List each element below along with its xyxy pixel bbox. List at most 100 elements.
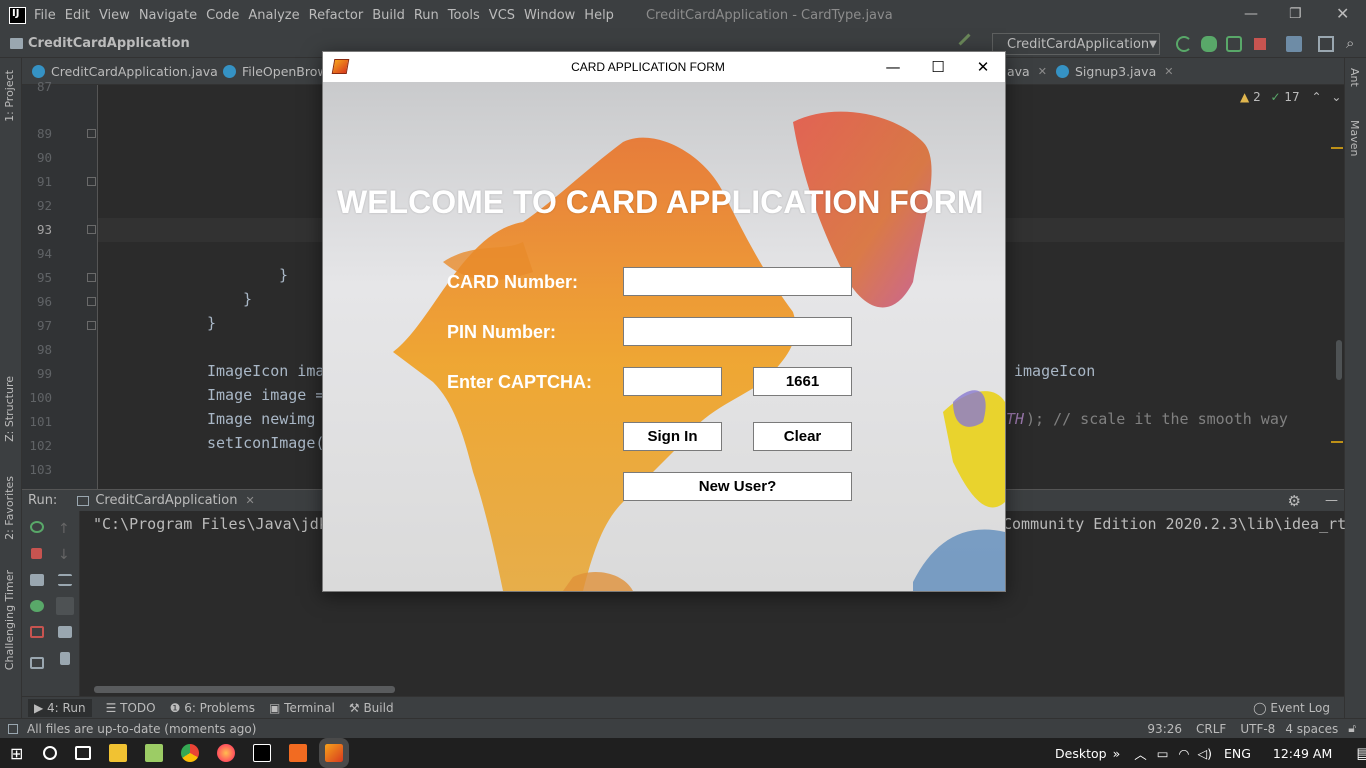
- tab-project[interactable]: 1: Project: [3, 70, 16, 122]
- project-structure-icon[interactable]: [1286, 36, 1302, 52]
- close-tab-icon[interactable]: ✕: [245, 494, 254, 507]
- rerun-icon[interactable]: [30, 521, 44, 533]
- close-tab-icon[interactable]: ✕: [1038, 65, 1047, 78]
- tab-run[interactable]: ▶ 4: Run: [28, 698, 92, 717]
- wifi-icon[interactable]: ◠: [1179, 746, 1190, 761]
- menu-help[interactable]: Help: [584, 8, 620, 23]
- menu-window[interactable]: Window: [524, 8, 581, 23]
- chevron-up-icon[interactable]: ⌃: [1312, 90, 1322, 104]
- editor-tab[interactable]: Signup3.java ✕: [1056, 58, 1173, 85]
- line-separator[interactable]: CRLF: [1196, 722, 1226, 736]
- tab-structure[interactable]: Z: Structure: [3, 376, 16, 442]
- caret-position[interactable]: 93:26: [1147, 722, 1182, 736]
- file-explorer-icon[interactable]: [109, 744, 128, 762]
- inspection-widget[interactable]: ▲ 2 ✓ 17 ⌃ ⌄: [1240, 90, 1341, 104]
- editor-tab[interactable]: ava ✕: [1007, 58, 1047, 85]
- notepad-icon[interactable]: [145, 744, 164, 762]
- trash-icon[interactable]: [60, 652, 70, 665]
- scroll-to-end-icon[interactable]: [56, 597, 74, 615]
- arrow-down-icon[interactable]: ↓: [58, 547, 72, 563]
- pin-number-input[interactable]: [623, 317, 852, 346]
- arrow-up-icon[interactable]: ↑: [58, 521, 72, 537]
- firefox-icon[interactable]: [217, 744, 236, 762]
- coverage-icon[interactable]: [1226, 36, 1242, 52]
- run-config-select[interactable]: CreditCardApplication ▼: [992, 33, 1160, 55]
- tab-favorites[interactable]: 2: Favorites: [3, 476, 16, 540]
- language-indicator[interactable]: ENG: [1224, 746, 1251, 761]
- stop-icon[interactable]: [31, 548, 42, 559]
- sign-in-button[interactable]: Sign In: [623, 422, 722, 451]
- captcha-input[interactable]: [623, 367, 722, 396]
- error-stripe-marker[interactable]: [1331, 441, 1343, 443]
- menu-run[interactable]: Run: [414, 8, 445, 23]
- maximize-icon[interactable]: ☐: [916, 55, 960, 79]
- run-tab-label[interactable]: CreditCardApplication: [95, 493, 237, 508]
- event-log-button[interactable]: ◯ Event Log: [1253, 701, 1330, 715]
- fold-icon[interactable]: [87, 225, 96, 234]
- menu-analyze[interactable]: Analyze: [248, 8, 305, 23]
- xampp-icon[interactable]: [289, 744, 308, 762]
- fold-icon[interactable]: [87, 297, 96, 306]
- fold-icon[interactable]: [87, 129, 96, 138]
- windows-start-icon[interactable]: ⊞: [10, 744, 23, 763]
- new-user-button[interactable]: New User?: [623, 472, 852, 501]
- close-icon[interactable]: ✕: [961, 55, 1005, 79]
- menu-build[interactable]: Build: [372, 8, 411, 23]
- editor-tab[interactable]: CreditCardApplication.java ✕: [32, 58, 235, 85]
- battery-icon[interactable]: ▭: [1157, 746, 1169, 761]
- tab-challenging-timer[interactable]: Challenging Timer: [3, 570, 16, 670]
- java-app-icon[interactable]: [319, 738, 350, 768]
- fold-icon[interactable]: [87, 177, 96, 186]
- close-tab-icon[interactable]: ✕: [1164, 65, 1173, 78]
- tab-todo[interactable]: ☰ TODO: [106, 701, 156, 715]
- desktop-label[interactable]: Desktop: [1055, 746, 1107, 761]
- file-encoding[interactable]: UTF-8: [1240, 722, 1275, 736]
- menu-file[interactable]: File: [34, 8, 62, 23]
- debug-icon[interactable]: [1201, 36, 1217, 52]
- tab-terminal[interactable]: ▣ Terminal: [269, 701, 335, 715]
- console-horizontal-scrollbar[interactable]: [94, 686, 395, 693]
- menu-code[interactable]: Code: [206, 8, 245, 23]
- search-icon[interactable]: [43, 746, 58, 760]
- fold-icon[interactable]: [87, 321, 96, 330]
- menu-edit[interactable]: Edit: [65, 8, 96, 23]
- settings-gear-icon[interactable]: ⚙: [1288, 492, 1301, 510]
- fold-icon[interactable]: [87, 273, 96, 282]
- layout-icon[interactable]: [1318, 36, 1334, 52]
- layout-icon[interactable]: [30, 657, 44, 669]
- editor-scrollbar[interactable]: [1336, 340, 1342, 380]
- tab-ant[interactable]: Ant: [1348, 68, 1361, 87]
- print-icon[interactable]: [58, 626, 72, 638]
- notification-icon[interactable]: ▤: [1356, 744, 1366, 762]
- tab-maven[interactable]: Maven: [1348, 120, 1361, 156]
- task-view-icon[interactable]: [75, 746, 92, 760]
- menu-vcs[interactable]: VCS: [489, 8, 521, 23]
- double-chevron-icon[interactable]: »: [1113, 746, 1121, 761]
- intellij-icon[interactable]: [253, 744, 272, 762]
- rerun-icon[interactable]: [1176, 36, 1192, 52]
- menu-view[interactable]: View: [99, 8, 136, 23]
- hide-panel-icon[interactable]: —: [1325, 493, 1338, 508]
- tab-build[interactable]: ⚒ Build: [349, 701, 394, 715]
- status-panel-icon[interactable]: [8, 723, 18, 734]
- editor-tab[interactable]: FileOpenBrows: [223, 58, 334, 85]
- debug-icon[interactable]: [30, 600, 44, 612]
- tab-problems[interactable]: ❶ 6: Problems: [170, 701, 255, 715]
- volume-icon[interactable]: ◁): [1197, 746, 1212, 761]
- restore-icon[interactable]: ❐: [1289, 6, 1302, 22]
- minimize-icon[interactable]: —: [871, 55, 915, 79]
- menu-refactor[interactable]: Refactor: [309, 8, 370, 23]
- card-number-input[interactable]: [623, 267, 852, 296]
- dialog-title-bar[interactable]: CARD APPLICATION FORM — ☐ ✕: [323, 52, 1005, 82]
- chevron-up-icon[interactable]: ︿: [1134, 744, 1147, 763]
- soft-wrap-icon[interactable]: [58, 574, 72, 586]
- menu-tools[interactable]: Tools: [448, 8, 486, 23]
- exit-icon[interactable]: [30, 626, 44, 638]
- clear-button[interactable]: Clear: [753, 422, 852, 451]
- chrome-icon[interactable]: [181, 744, 200, 762]
- close-icon[interactable]: ✕: [1336, 4, 1349, 23]
- lock-icon[interactable]: 🔓︎: [1348, 721, 1356, 736]
- indent-setting[interactable]: 4 spaces: [1285, 722, 1338, 736]
- minimize-icon[interactable]: —: [1244, 6, 1258, 22]
- stop-icon[interactable]: [1254, 38, 1266, 50]
